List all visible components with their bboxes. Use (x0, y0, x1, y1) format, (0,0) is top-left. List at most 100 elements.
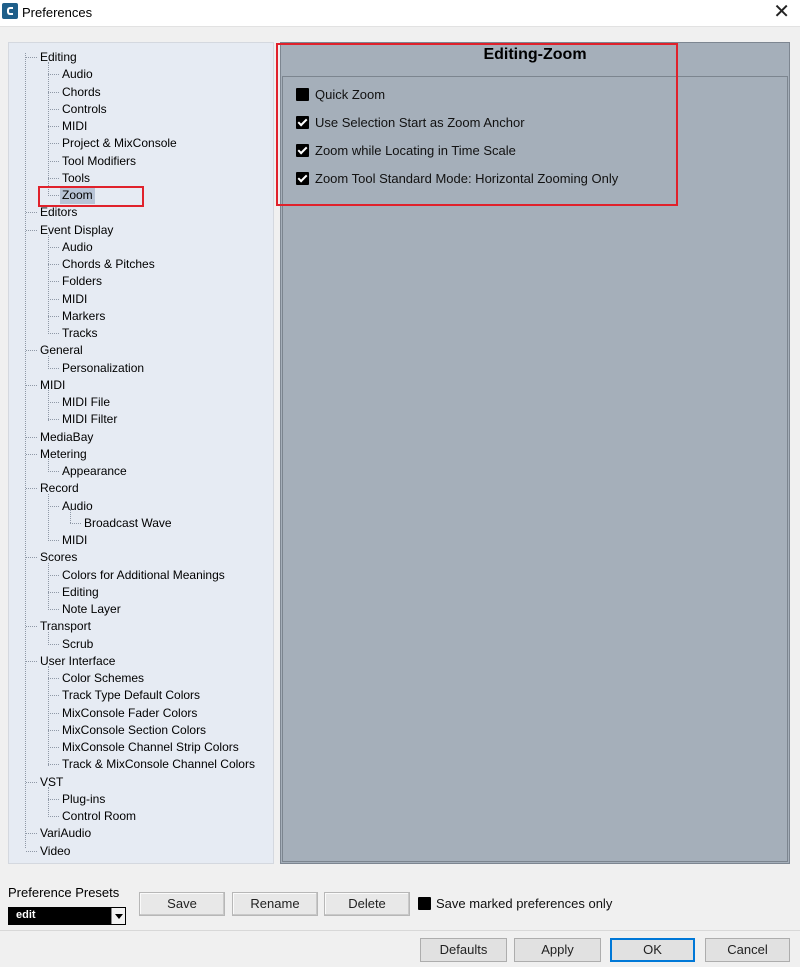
tree-item[interactable]: Editing (0, 49, 274, 66)
tree-item-label: Track & MixConsole Channel Colors (62, 757, 255, 772)
tree-item[interactable]: User Interface (0, 653, 274, 670)
tree-item[interactable]: MIDI Filter (0, 411, 274, 428)
tree-branch-line (48, 764, 59, 766)
tree-item[interactable]: Markers (0, 308, 274, 325)
tree-item[interactable]: Scrub (0, 636, 274, 653)
tree-item[interactable]: Colors for Additional Meanings (0, 567, 274, 584)
tree-item[interactable]: Chords & Pitches (0, 256, 274, 273)
tree-item[interactable]: Record (0, 480, 274, 497)
title-bar: Preferences ✕ (0, 0, 800, 27)
tree-item-label: Track Type Default Colors (62, 688, 201, 703)
chevron-down-icon[interactable] (111, 908, 125, 924)
tree-item[interactable]: General (0, 342, 274, 359)
tree-item-label: Colors for Additional Meanings (62, 567, 225, 582)
tree-item-label: Audio (62, 67, 93, 82)
tree-item[interactable]: Control Room (0, 808, 274, 825)
tree-item[interactable]: Note Layer (0, 601, 274, 618)
tree-item-label: Project & MixConsole (62, 136, 177, 151)
tree-branch-line (48, 471, 59, 472)
tree-item[interactable]: Plug-ins (0, 791, 274, 808)
tree-item[interactable]: MediaBay (0, 429, 274, 446)
tree-item-label: MIDI Filter (62, 412, 118, 427)
checkbox-save-marked[interactable] (418, 897, 431, 910)
tree-item-label: Metering (40, 446, 87, 461)
tree-item[interactable]: Track & MixConsole Channel Colors (0, 756, 274, 773)
tree-item[interactable]: Broadcast Wave (0, 515, 274, 532)
rename-preset-button[interactable]: Rename (232, 892, 318, 916)
tree-branch-line (48, 419, 59, 421)
tree-item-label: Control Room (62, 809, 137, 823)
tree-item[interactable]: Audio (0, 239, 274, 256)
apply-button[interactable]: Apply (514, 938, 601, 962)
tree-branch-line (48, 281, 59, 283)
close-icon[interactable]: ✕ (773, 1, 790, 23)
preset-dropdown[interactable]: edit (8, 907, 126, 925)
tree-item[interactable]: MIDI (0, 377, 274, 394)
tree-guide-line (48, 234, 49, 335)
save-marked-option[interactable]: Save marked preferences only (418, 896, 612, 911)
tree-item[interactable]: MIDI (0, 291, 274, 308)
tree-item[interactable]: Transport (0, 618, 274, 635)
tree-branch-line (48, 126, 59, 127)
tree-branch-line (26, 626, 37, 628)
tree-guide-line (48, 390, 49, 421)
tree-item[interactable]: Video (0, 843, 274, 860)
tree-item[interactable]: VST (0, 774, 274, 791)
tree-item-label: MIDI (62, 291, 88, 306)
tree-branch-line (48, 315, 59, 317)
tree-item[interactable]: Tools (0, 170, 274, 187)
tree-item[interactable]: Folders (0, 273, 274, 290)
tree-item-label: Chords & Pitches (62, 257, 155, 271)
tree-branch-line (26, 350, 37, 352)
tree-branch-line (26, 557, 37, 559)
tree-item[interactable]: MixConsole Section Colors (0, 722, 274, 739)
tree-item-label: Editing (62, 584, 99, 599)
tree-item[interactable]: MIDI (0, 118, 274, 135)
tree-item[interactable]: Project & MixConsole (0, 135, 274, 152)
tree-item[interactable]: Color Schemes (0, 670, 274, 687)
tree-branch-line (48, 798, 59, 800)
defaults-button[interactable]: Defaults (420, 938, 507, 962)
tree-item[interactable]: MIDI (0, 532, 274, 549)
tree-branch-line (48, 74, 59, 76)
tree-branch-line (48, 143, 59, 145)
tree-item-label: Appearance (62, 464, 127, 478)
tree-branch-line (48, 264, 59, 265)
tree-item[interactable]: MixConsole Fader Colors (0, 705, 274, 722)
tree-branch-line (26, 660, 37, 662)
tree-item[interactable]: VariAudio (0, 825, 274, 842)
tree-item[interactable]: MixConsole Channel Strip Colors (0, 739, 274, 756)
tree-item[interactable]: Personalization (0, 360, 274, 377)
tree-item[interactable]: Track Type Default Colors (0, 687, 274, 704)
save-preset-button[interactable]: Save (139, 892, 225, 916)
tree-item-label: Tools (62, 170, 91, 185)
tree-branch-line (48, 678, 59, 679)
tree-item[interactable]: Chords (0, 84, 274, 101)
tree-branch-line (26, 57, 37, 58)
tree-item-label: Color Schemes (62, 671, 145, 685)
ok-button[interactable]: OK (610, 938, 695, 962)
tree-item[interactable]: Tool Modifiers (0, 153, 274, 170)
tree-item-label: User Interface (40, 653, 116, 668)
app-icon (2, 3, 18, 19)
tree-item[interactable]: Event Display (0, 222, 274, 239)
tree-item-label: Event Display (40, 222, 114, 237)
tree-item-label: Markers (62, 308, 106, 323)
delete-preset-button[interactable]: Delete (324, 892, 410, 916)
tree-item[interactable]: Metering (0, 446, 274, 463)
tree-item-label: Controls (62, 101, 107, 116)
tree-item[interactable]: MIDI File (0, 394, 274, 411)
tree-item[interactable]: Audio (0, 498, 274, 515)
tree-item[interactable]: Controls (0, 101, 274, 118)
tree-item[interactable]: Editing (0, 584, 274, 601)
tree-branch-line (26, 781, 37, 783)
tree-item-label: Scrub (62, 636, 94, 651)
cancel-button[interactable]: Cancel (705, 938, 790, 962)
tree-item[interactable]: Scores (0, 549, 274, 566)
save-marked-label: Save marked preferences only (436, 896, 613, 911)
tree-item[interactable]: Audio (0, 66, 274, 83)
tree-item[interactable]: Appearance (0, 463, 274, 480)
tree-item-label: MixConsole Section Colors (62, 722, 207, 737)
tree-item[interactable]: Tracks (0, 325, 274, 342)
tree-branch-line (48, 643, 59, 645)
